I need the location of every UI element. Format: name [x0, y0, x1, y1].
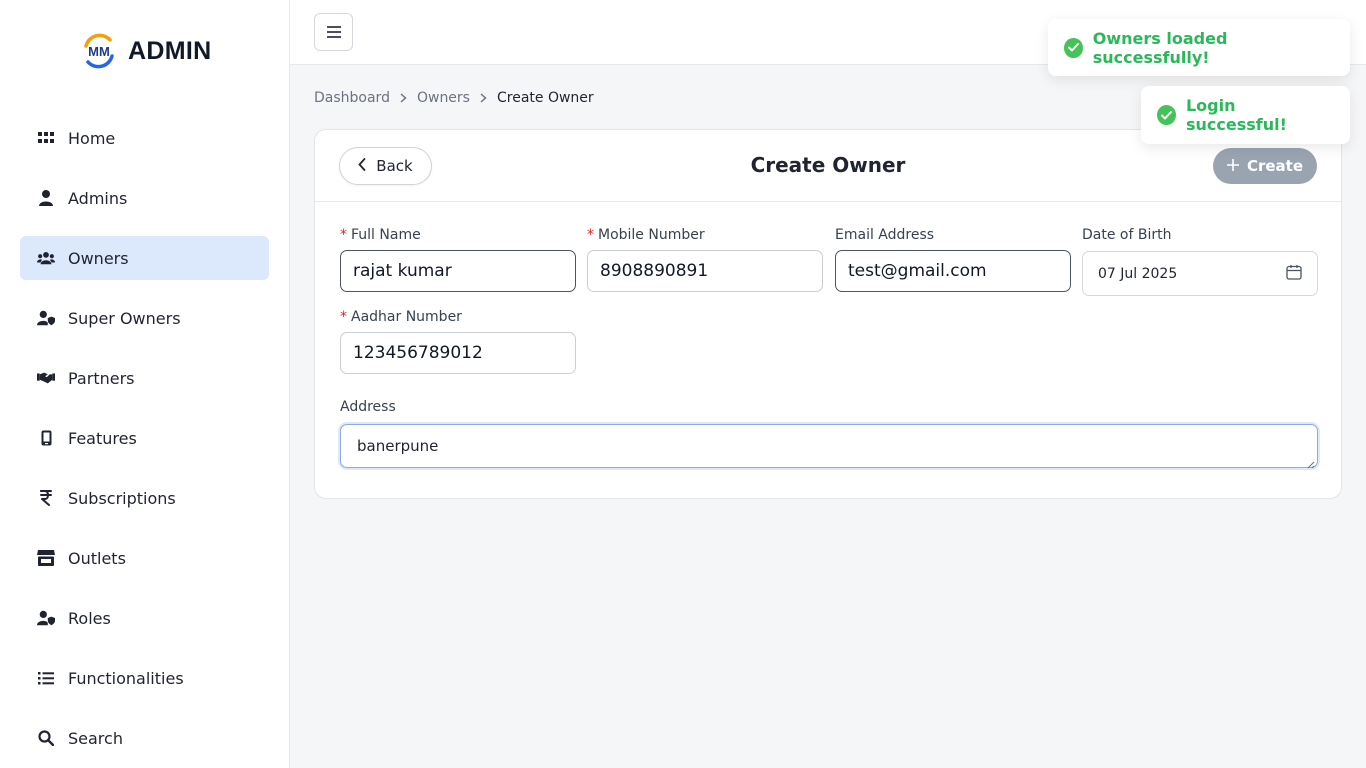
sidebar-item-partners[interactable]: Partners: [20, 356, 269, 400]
required-marker: *: [340, 309, 347, 325]
check-circle-icon: [1064, 37, 1083, 58]
sidebar-item-home[interactable]: Home: [20, 116, 269, 160]
users-icon: [37, 249, 55, 267]
sidebar-item-functionalities[interactable]: Functionalities: [20, 656, 269, 700]
brand-title: ADMIN: [128, 36, 212, 65]
sidebar-item-owners[interactable]: Owners: [20, 236, 269, 280]
full-name-input[interactable]: rajat kumar: [340, 250, 576, 292]
sidebar-item-label: Owners: [68, 248, 129, 268]
sidebar-item-label: Subscriptions: [68, 488, 176, 508]
sidebar-item-features[interactable]: Features: [20, 416, 269, 460]
breadcrumb: Dashboard Owners Create Owner: [314, 90, 594, 106]
sidebar-item-label: Admins: [68, 188, 128, 208]
sidebar-nav: Home Admins Owners Super Owners Partners: [20, 116, 269, 768]
sidebar-item-label: Roles: [68, 608, 111, 628]
page-title: Create Owner: [750, 153, 906, 177]
address-value: banerpune: [357, 437, 439, 455]
aadhar-number-input[interactable]: 123456789012: [340, 332, 576, 374]
toast-success[interactable]: Login successful!: [1141, 86, 1350, 144]
sidebar-item-label: Features: [68, 428, 137, 448]
date-of-birth-value: 07 Jul 2025: [1098, 265, 1178, 282]
aadhar-number-label: * Aadhar Number: [340, 309, 462, 325]
toast-message: Owners loaded successfully!: [1092, 28, 1228, 67]
check-circle-icon: [1157, 105, 1176, 125]
store-icon: [37, 549, 55, 567]
date-of-birth-label: Date of Birth: [1082, 227, 1172, 243]
toast-message: Login successful!: [1185, 96, 1287, 134]
sidebar-item-label: Partners: [68, 368, 135, 388]
search-icon: [37, 729, 55, 747]
sidebar-item-label: Home: [68, 128, 116, 148]
user-shield-icon: [37, 609, 55, 627]
sidebar-item-outlets[interactable]: Outlets: [20, 536, 269, 580]
hamburger-icon: [326, 23, 341, 42]
breadcrumb-current: Create Owner: [496, 90, 594, 106]
sidebar-item-admins[interactable]: Admins: [20, 176, 269, 220]
address-label: Address: [340, 399, 396, 415]
calendar-icon[interactable]: [1286, 264, 1302, 284]
sidebar-item-roles[interactable]: Roles: [20, 596, 269, 640]
sidebar-item-label: Search: [68, 728, 123, 748]
required-marker: *: [587, 227, 594, 243]
user-shield-icon: [37, 309, 55, 327]
mobile-icon: [37, 429, 55, 447]
email-address-label: Email Address: [835, 227, 935, 243]
required-marker: *: [340, 227, 347, 243]
rupee-icon: [37, 489, 55, 507]
brand-logo: MM: [80, 32, 118, 70]
sidebar-item-search[interactable]: Search: [20, 716, 269, 760]
full-name-label: * Full Name: [340, 227, 421, 243]
create-button-label: Create: [1246, 157, 1304, 175]
sidebar: MM ADMIN Home Admins Owners Super Owners…: [0, 0, 290, 768]
toast-success[interactable]: Owners loaded successfully!: [1048, 19, 1350, 76]
address-textarea[interactable]: banerpune: [340, 424, 1318, 469]
date-of-birth-picker[interactable]: 07 Jul 2025: [1082, 251, 1318, 296]
sidebar-item-label: Super Owners: [68, 308, 181, 328]
mobile-number-label: * Mobile Number: [587, 227, 705, 243]
sidebar-item-subscriptions[interactable]: Subscriptions: [20, 476, 269, 520]
breadcrumb-owners[interactable]: Owners: [417, 90, 470, 106]
mobile-number-input[interactable]: 8908890891: [587, 250, 823, 292]
handshake-icon: [37, 369, 55, 387]
sidebar-item-label: Functionalities: [68, 668, 184, 688]
brand[interactable]: MM ADMIN: [80, 32, 211, 70]
chevron-right-icon: [400, 93, 407, 103]
sidebar-item-super-owners[interactable]: Super Owners: [20, 296, 269, 340]
user-icon: [37, 189, 55, 207]
sidebar-item-label: Outlets: [68, 548, 126, 568]
create-button[interactable]: Create: [1213, 148, 1317, 184]
menu-toggle-button[interactable]: [314, 13, 353, 51]
list-icon: [37, 669, 55, 687]
breadcrumb-dashboard[interactable]: Dashboard: [314, 90, 390, 106]
resize-handle-icon[interactable]: [1305, 455, 1315, 469]
brand-logo-text: MM: [88, 44, 110, 59]
create-owner-card: Back Create Owner Create * Full Name * Mob…: [314, 129, 1342, 499]
email-address-input[interactable]: test@gmail.com: [835, 250, 1071, 292]
chevron-right-icon: [480, 93, 487, 103]
plus-icon: [1226, 157, 1239, 175]
grid-icon: [37, 129, 55, 147]
